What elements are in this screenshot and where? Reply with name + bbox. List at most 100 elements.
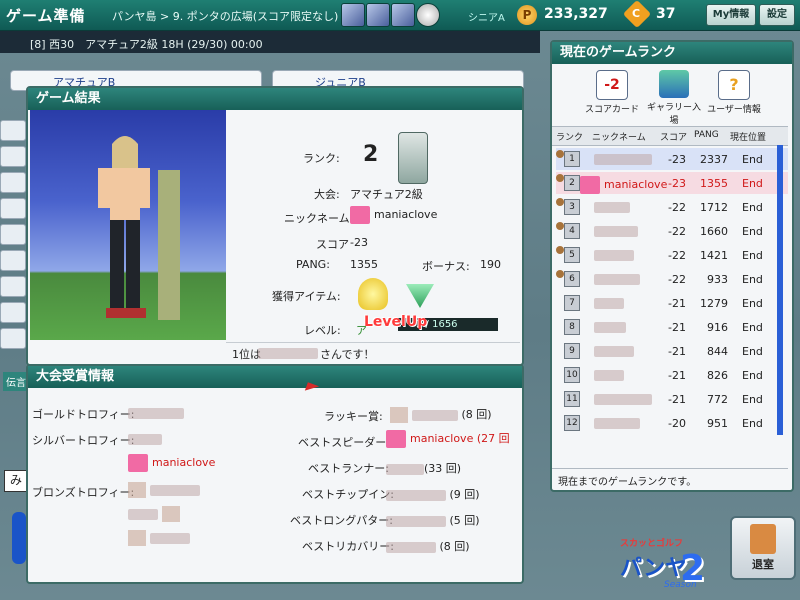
logo-main-text: パンヤ — [620, 556, 688, 581]
user-info-button[interactable]: ? ユーザー情報 — [704, 70, 764, 115]
ranking-row[interactable]: 11 -21 772 End — [556, 388, 788, 410]
guild-emblem-icon — [350, 206, 370, 224]
ranking-row[interactable]: 5 -22 1421 End — [556, 244, 788, 266]
ranking-pang: 1660 — [700, 225, 728, 238]
ranking-nickname — [594, 152, 652, 165]
settings-button[interactable]: 設定 — [759, 4, 795, 26]
ranking-pos: End — [742, 345, 763, 358]
ranking-row[interactable]: 6 -22 933 End — [556, 268, 788, 290]
silver-trophy-label: シルバートロフィー: — [32, 434, 135, 447]
player-list-item[interactable] — [0, 328, 26, 349]
door-icon — [750, 524, 776, 554]
best-speeder-value: maniaclove (27 回 — [386, 430, 510, 448]
bronze-trophy-label: ブロンズトロフィー: — [32, 486, 135, 499]
column-score: スコア — [660, 133, 688, 143]
pang-value: 1355 — [350, 258, 378, 271]
ranking-row[interactable]: 12 -20 951 End — [556, 412, 788, 434]
award-panel: 大会受賞情報 ゴールドトロフィー: シルバートロフィー: maniaclove … — [26, 364, 524, 584]
cookie-icon-letter: C — [632, 7, 641, 20]
scorecard-button[interactable]: -2 スコアカード — [582, 70, 642, 115]
ranking-row[interactable]: 10 -21 826 End — [556, 364, 788, 386]
rank-badge: 7 — [564, 295, 580, 311]
ranking-nickname — [594, 344, 634, 357]
my-info-button[interactable]: My情報 — [706, 4, 756, 26]
rank-value: 2 — [363, 142, 379, 167]
ranking-row[interactable]: 7 -21 1279 End — [556, 292, 788, 314]
scorecard-icon: -2 — [596, 70, 628, 100]
column-pang: PANG — [694, 130, 719, 140]
ranking-footer-text: 現在までのゲームランクです。 — [558, 477, 697, 488]
silver-trophy-name: maniaclove — [128, 454, 215, 472]
ranking-nickname — [594, 320, 626, 333]
ranking-scrollbar[interactable] — [777, 145, 783, 435]
ranking-table-header: ランク ニックネーム スコア PANG 現在位置 — [552, 126, 788, 146]
gallery-button[interactable]: ギャラリー入場 — [644, 70, 704, 126]
player-list-item[interactable] — [0, 198, 26, 219]
guild-emblem-icon — [128, 454, 148, 472]
cookie-balance: 37 — [656, 6, 676, 22]
player-list-item[interactable] — [0, 120, 26, 141]
player-list-item[interactable] — [0, 276, 26, 297]
room-info-bar: [8] 西30 アマチュア2級 18H (29/30) 00:00 — [0, 31, 540, 53]
ranking-pang: 1279 — [700, 297, 728, 310]
ranking-score: -23 — [668, 177, 686, 190]
character-preview — [30, 110, 226, 340]
guild-emblem-icon — [386, 430, 406, 448]
ranking-nickname — [594, 296, 624, 309]
ranking-pos: End — [742, 201, 763, 214]
chat-input-stub[interactable]: み — [4, 470, 28, 492]
ranking-pang: 772 — [707, 393, 728, 406]
ranking-row[interactable]: 1 -23 2337 End — [556, 148, 788, 170]
ranking-pang: 951 — [707, 417, 728, 430]
player-list-item[interactable] — [0, 224, 26, 245]
rank-badge: 3 — [564, 199, 580, 215]
ball-marker-icon — [556, 174, 564, 182]
ranking-row[interactable]: 9 -21 844 End — [556, 340, 788, 362]
ball-icon[interactable] — [416, 3, 440, 27]
room-info-text: [8] 西30 アマチュア2級 18H (29/30) 00:00 — [30, 38, 263, 51]
best-chipin-value: (9 回) — [386, 486, 480, 502]
player-list-item[interactable] — [0, 250, 26, 271]
rank-badge: 6 — [564, 271, 580, 287]
first-place-suffix: さんです！ — [320, 348, 375, 361]
ball-marker-icon — [556, 150, 564, 158]
player-avatar-icon[interactable] — [391, 3, 415, 27]
ranking-score: -21 — [668, 297, 686, 310]
ranking-score: -21 — [668, 369, 686, 382]
ranking-nickname — [594, 200, 630, 213]
player-avatar-icon[interactable] — [366, 3, 390, 27]
ranking-row[interactable]: 2 maniaclove -23 1355 End — [556, 172, 788, 194]
first-place-name — [258, 348, 318, 359]
ranking-row[interactable]: 3 -22 1712 End — [556, 196, 788, 218]
ranking-pos: End — [742, 321, 763, 334]
rank-badge: 12 — [564, 415, 580, 431]
bronze-trophy-value-2 — [128, 506, 184, 522]
player-avatar-icon[interactable] — [341, 3, 365, 27]
side-decoration — [12, 512, 26, 564]
tournament-label: 大会: — [314, 188, 340, 201]
trophy-icon — [398, 132, 428, 184]
ranking-pos: End — [742, 273, 763, 286]
ranking-nickname — [594, 392, 652, 405]
ranking-pang: 2337 — [700, 153, 728, 166]
ranking-pang: 844 — [707, 345, 728, 358]
ranking-panel: 現在のゲームランク -2 スコアカード ギャラリー入場 ? ユーザー情報 ランク… — [550, 40, 794, 492]
ranking-row[interactable]: 4 -22 1660 End — [556, 220, 788, 242]
ranking-pos: End — [742, 369, 763, 382]
scrollbar-thumb[interactable] — [777, 145, 783, 435]
ranking-row[interactable]: 8 -21 916 End — [556, 316, 788, 338]
logo-tagline: スカッとゴルフ — [620, 539, 684, 549]
ranking-pang: 1712 — [700, 201, 728, 214]
exit-room-button[interactable]: 退室 — [730, 516, 796, 580]
player-list-item[interactable] — [0, 146, 26, 167]
best-longputter-label: ベストロングパター: — [290, 514, 393, 527]
player-list-item[interactable] — [0, 302, 26, 323]
lucky-award-value: (8 回) — [390, 406, 492, 423]
ranking-pos: End — [742, 153, 763, 166]
logo-season: Season — [664, 580, 697, 590]
ball-marker-icon — [556, 246, 564, 254]
pang-coin-icon: P — [517, 5, 537, 25]
column-rank: ランク — [556, 133, 584, 143]
player-list-item[interactable] — [0, 172, 26, 193]
game-logo: スカッとゴルフ パンヤ 2 Season — [620, 530, 720, 594]
